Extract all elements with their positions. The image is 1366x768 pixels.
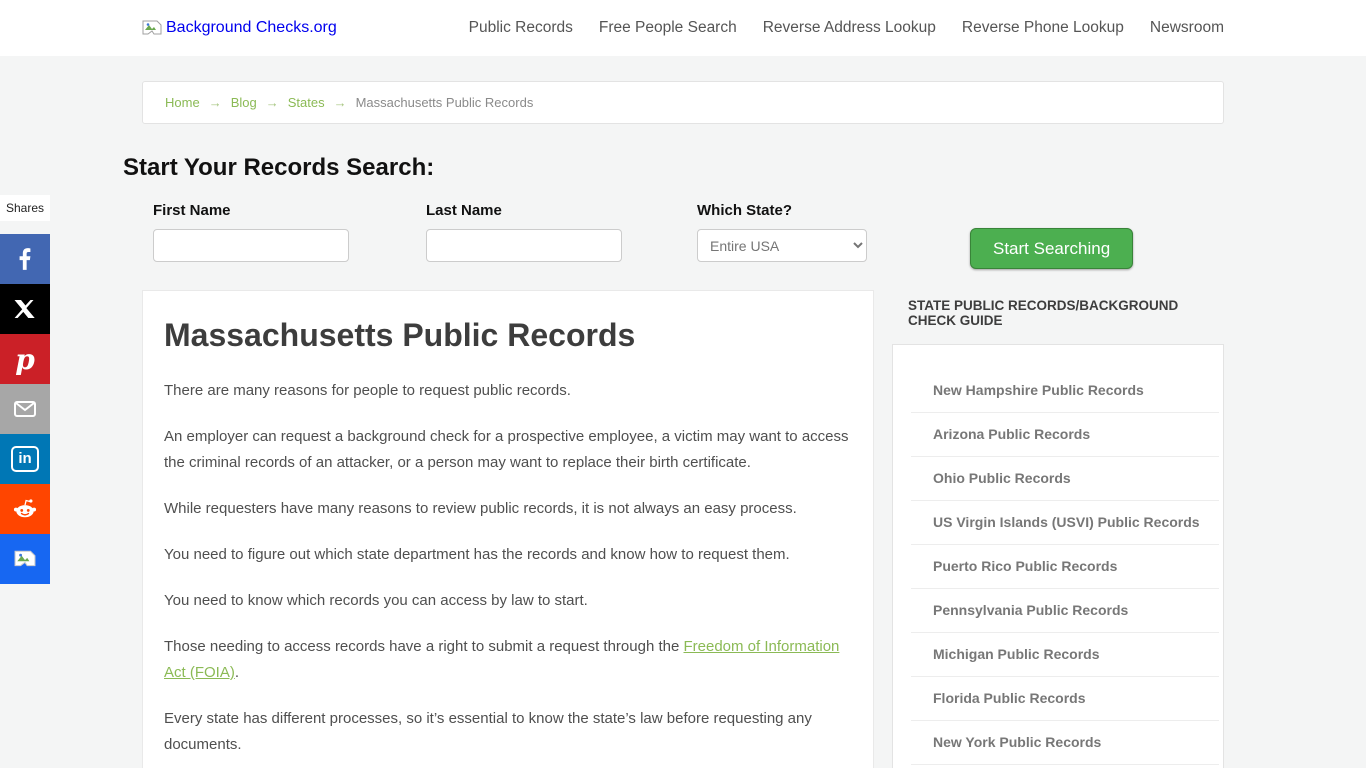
breadcrumb-home[interactable]: Home — [165, 95, 200, 110]
list-item: Pennsylvania Public Records — [911, 589, 1219, 633]
breadcrumb-separator-icon: → — [333, 95, 347, 110]
reddit-icon — [10, 496, 40, 522]
foia-text-pre: Those needing to access records have a r… — [164, 638, 684, 655]
breadcrumb-states[interactable]: States — [288, 95, 325, 110]
sidebar-link-michigan[interactable]: Michigan Public Records — [911, 633, 1219, 676]
share-broken-image-button[interactable] — [0, 534, 50, 584]
article-card: Massachusetts Public Records There are m… — [142, 290, 874, 768]
nav-newsroom[interactable]: Newsroom — [1150, 19, 1224, 37]
broken-image-icon — [142, 20, 162, 36]
email-icon — [11, 397, 39, 421]
nav-reverse-phone-lookup[interactable]: Reverse Phone Lookup — [962, 19, 1124, 37]
state-links-list: New Hampshire Public Records Arizona Pub… — [893, 369, 1223, 765]
records-search-title: Start Your Records Search: — [123, 154, 435, 181]
breadcrumb-current: Massachusetts Public Records — [355, 95, 534, 110]
article-paragraph: You need to know which records you can a… — [164, 592, 588, 609]
breadcrumb-separator-icon: → — [208, 95, 222, 110]
sidebar-link-new-york[interactable]: New York Public Records — [911, 721, 1219, 764]
sidebar-card: New Hampshire Public Records Arizona Pub… — [892, 344, 1224, 768]
first-name-label: First Name — [153, 202, 231, 219]
list-item: New York Public Records — [911, 721, 1219, 765]
facebook-share-button[interactable] — [0, 234, 50, 284]
list-item: Michigan Public Records — [911, 633, 1219, 677]
article-paragraph-foia: Those needing to access records have a r… — [164, 634, 852, 686]
sidebar-heading: STATE PUBLIC RECORDS/BACKGROUND CHECK GU… — [908, 298, 1179, 328]
sidebar-link-us-virgin-islands[interactable]: US Virgin Islands (USVI) Public Records — [911, 501, 1219, 544]
linkedin-share-button[interactable]: in — [0, 434, 50, 484]
share-bar: Shares p in — [0, 195, 50, 584]
article-paragraph: Every state has different processes, so … — [164, 710, 812, 753]
sidebar-link-ohio[interactable]: Ohio Public Records — [911, 457, 1219, 500]
last-name-label: Last Name — [426, 202, 502, 219]
facebook-icon — [12, 246, 38, 272]
pinterest-share-button[interactable]: p — [0, 334, 50, 384]
last-name-input[interactable] — [426, 229, 622, 262]
site-logo[interactable]: Background Checks.org — [142, 19, 337, 37]
breadcrumb-separator-icon: → — [265, 95, 279, 110]
article-paragraph: You need to figure out which state depar… — [164, 546, 790, 563]
list-item: Arizona Public Records — [911, 413, 1219, 457]
article-title: Massachusetts Public Records — [164, 317, 636, 353]
pinterest-icon: p — [15, 342, 35, 376]
page: Background Checks.org Public Records Fre… — [0, 0, 1366, 768]
nav-public-records[interactable]: Public Records — [469, 19, 573, 37]
start-searching-button[interactable]: Start Searching — [970, 228, 1134, 269]
x-share-button[interactable] — [0, 284, 50, 334]
article-paragraph: There are many reasons for people to req… — [164, 382, 571, 399]
email-share-button[interactable] — [0, 384, 50, 434]
nav-free-people-search[interactable]: Free People Search — [599, 19, 737, 37]
sidebar-link-new-hampshire[interactable]: New Hampshire Public Records — [911, 369, 1219, 412]
breadcrumb: Home → Blog → States → Massachusetts Pub… — [142, 81, 1224, 124]
main-nav: Public Records Free People Search Revers… — [469, 19, 1224, 37]
list-item: US Virgin Islands (USVI) Public Records — [911, 501, 1219, 545]
reddit-share-button[interactable] — [0, 484, 50, 534]
state-group: Which State? Entire USA — [697, 202, 867, 262]
sidebar-link-pennsylvania[interactable]: Pennsylvania Public Records — [911, 589, 1219, 632]
sidebar-link-florida[interactable]: Florida Public Records — [911, 677, 1219, 720]
x-twitter-icon — [13, 297, 37, 321]
last-name-group: Last Name — [426, 202, 622, 262]
logo-text: Background Checks.org — [166, 19, 337, 36]
records-search-form: First Name Last Name Which State? Entire… — [123, 202, 1243, 269]
state-label: Which State? — [697, 202, 793, 219]
article-paragraph: While requesters have many reasons to re… — [164, 500, 797, 517]
article-paragraph: An employer can request a background che… — [164, 428, 849, 471]
broken-image-icon — [14, 550, 36, 568]
list-item: Florida Public Records — [911, 677, 1219, 721]
state-select[interactable]: Entire USA — [697, 229, 867, 262]
sidebar: STATE PUBLIC RECORDS/BACKGROUND CHECK GU… — [892, 290, 1224, 768]
list-item: Puerto Rico Public Records — [911, 545, 1219, 589]
site-header: Background Checks.org Public Records Fre… — [0, 0, 1366, 56]
first-name-input[interactable] — [153, 229, 349, 262]
linkedin-icon: in — [11, 446, 39, 472]
first-name-group: First Name — [153, 202, 349, 262]
sidebar-link-puerto-rico[interactable]: Puerto Rico Public Records — [911, 545, 1219, 588]
sidebar-link-arizona[interactable]: Arizona Public Records — [911, 413, 1219, 456]
list-item: Ohio Public Records — [911, 457, 1219, 501]
list-item: New Hampshire Public Records — [911, 369, 1219, 413]
nav-reverse-address-lookup[interactable]: Reverse Address Lookup — [763, 19, 936, 37]
breadcrumb-blog[interactable]: Blog — [231, 95, 257, 110]
foia-text-post: . — [234, 664, 240, 681]
shares-label: Shares — [0, 195, 50, 221]
